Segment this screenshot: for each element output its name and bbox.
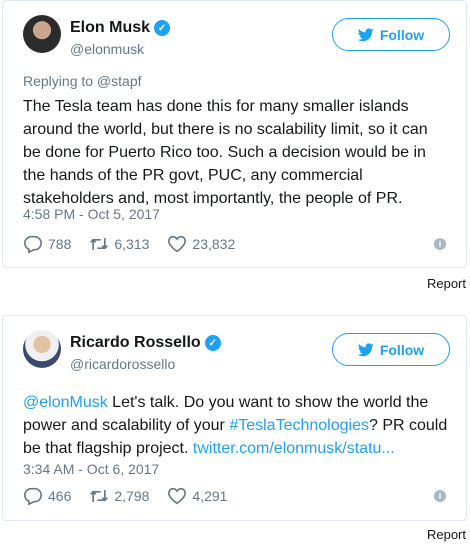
- tweet-text-line: the hands of the PR govt, PUC, any comme…: [23, 167, 363, 184]
- retweet-icon: [90, 490, 109, 502]
- tweet-card-ricardo: Ricardo Rossello ✓ @ricardorossello Foll…: [2, 315, 467, 521]
- author-name[interactable]: Ricardo Rossello: [70, 333, 201, 353]
- reply-button[interactable]: 466: [23, 487, 71, 505]
- reply-icon: [23, 235, 43, 253]
- url-link[interactable]: twitter.com/elonmusk/statu...: [193, 440, 395, 457]
- author-handle[interactable]: @ricardorossello: [70, 356, 175, 372]
- reply-count: 788: [48, 236, 72, 252]
- text-segment: be that flagship project.: [23, 440, 193, 457]
- follow-button[interactable]: Follow: [332, 18, 450, 51]
- tweet-text: The Tesla team has done this for many sm…: [23, 95, 453, 210]
- tweet-text-line: be that flagship project. twitter.com/el…: [23, 437, 453, 460]
- verified-badge-icon: ✓: [154, 20, 171, 36]
- text-segment: power and scalability of your: [23, 417, 230, 434]
- timestamp[interactable]: 3:34 AM - Oct 6, 2017: [23, 461, 159, 477]
- tweet-text-line: @elonMusk Let's talk. Do you want to sho…: [23, 391, 453, 414]
- like-button[interactable]: 23,832: [167, 235, 235, 253]
- reply-count: 466: [48, 488, 72, 504]
- timestamp[interactable]: 4:58 PM - Oct 5, 2017: [23, 206, 160, 222]
- avatar[interactable]: [23, 330, 61, 368]
- text-segment: Let's talk. Do you want to show the worl…: [107, 394, 429, 411]
- follow-button[interactable]: Follow: [332, 333, 450, 366]
- twitter-bird-icon: [357, 27, 374, 41]
- like-icon: [168, 487, 187, 505]
- author-handle[interactable]: @elonmusk: [70, 41, 144, 57]
- action-bar: 788 6,313 23,832 i: [23, 235, 446, 253]
- author-name[interactable]: Elon Musk: [70, 18, 150, 38]
- text-segment: ? PR could: [368, 417, 448, 434]
- info-icon[interactable]: i: [434, 238, 446, 250]
- author-row: Ricardo Rossello ✓: [70, 333, 221, 353]
- twitter-bird-icon: [357, 342, 374, 356]
- retweet-button[interactable]: 6,313: [89, 235, 149, 253]
- like-button[interactable]: 4,291: [167, 487, 227, 505]
- tweet-text-line: power and scalability of your #TeslaTech…: [23, 414, 453, 437]
- mention-link[interactable]: @elonMusk: [23, 394, 108, 411]
- retweet-count: 2,798: [114, 488, 150, 504]
- tweet-text-line: around the world, but there is no scalab…: [23, 121, 428, 138]
- avatar[interactable]: [23, 15, 61, 53]
- tweet-text-line: The Tesla team has done this for many sm…: [23, 98, 409, 115]
- like-count: 4,291: [192, 488, 228, 504]
- tweet-card-elon: Elon Musk ✓ @elonmusk Follow Replying to…: [2, 0, 467, 268]
- tweet-text: @elonMusk Let's talk. Do you want to sho…: [23, 391, 453, 460]
- replying-to[interactable]: Replying to @stapf: [23, 73, 142, 89]
- action-bar: 466 2,798 4,291 i: [23, 487, 446, 505]
- info-icon[interactable]: i: [434, 490, 446, 502]
- report-link[interactable]: Report: [427, 276, 466, 291]
- like-icon: [168, 235, 187, 253]
- retweet-count: 6,313: [114, 236, 150, 252]
- verified-badge-icon: ✓: [204, 335, 221, 351]
- like-count: 23,832: [192, 236, 236, 252]
- author-row: Elon Musk ✓: [70, 18, 171, 38]
- follow-label: Follow: [379, 26, 425, 43]
- report-link[interactable]: Report: [427, 527, 466, 542]
- hashtag-link[interactable]: #TeslaTechnologies: [229, 417, 369, 434]
- follow-label: Follow: [379, 341, 425, 358]
- tweet-text-line: be done for Puerto Rico too. Such a deci…: [23, 144, 426, 161]
- retweet-icon: [90, 238, 109, 250]
- retweet-button[interactable]: 2,798: [89, 487, 149, 505]
- reply-button[interactable]: 788: [23, 235, 71, 253]
- reply-icon: [23, 487, 43, 505]
